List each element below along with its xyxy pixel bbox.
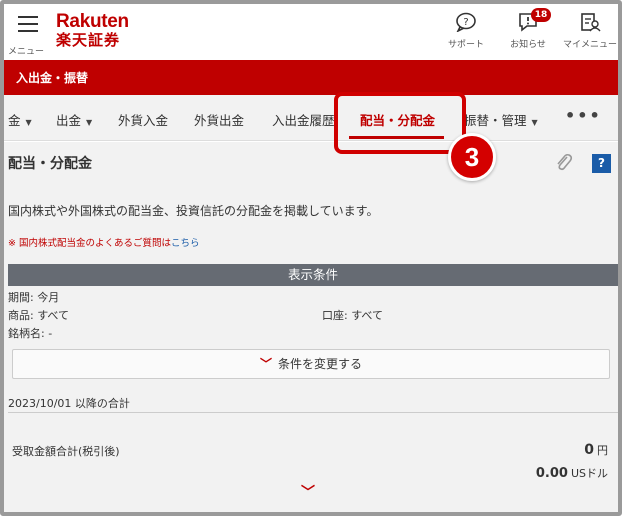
tab-label: 外貨出金: [194, 113, 245, 128]
support-button[interactable]: ? サポート: [438, 12, 494, 50]
svg-text:?: ?: [463, 17, 468, 28]
divider: [8, 412, 618, 413]
product-value: 商品: すべて: [8, 309, 69, 322]
tab-deposit[interactable]: 金 ▼: [8, 110, 32, 129]
received-jpy: 0円: [584, 442, 608, 458]
tab-history[interactable]: 入出金履歴: [272, 110, 338, 129]
notice-count-badge: 18: [531, 8, 551, 22]
received-total-label: 受取金額合計(税引後): [12, 445, 120, 458]
tab-transfer-management[interactable]: 振替・管理 ▼: [464, 110, 538, 129]
rakuten-logo[interactable]: Rakuten 楽天証券: [56, 12, 129, 49]
received-usd: 0.00 USドル: [536, 465, 608, 481]
received-jpy-value: 0: [584, 442, 594, 458]
hamburger-icon: [18, 16, 38, 32]
mymenu-label: マイメニュー: [562, 40, 617, 50]
received-usd-unit: USドル: [570, 467, 608, 480]
chevron-down-icon: ▼: [25, 118, 32, 127]
tab-fx-deposit[interactable]: 外貨入金: [118, 110, 168, 129]
notice-button[interactable]: 18 お知らせ: [500, 8, 556, 50]
help-icon[interactable]: ?: [592, 154, 611, 173]
change-conditions-button[interactable]: ﹀ 条件を変更する: [12, 349, 610, 379]
faq-note-text: ※ 国内株式配当金のよくあるご質問は: [8, 238, 171, 249]
change-conditions-label: 条件を変更する: [278, 357, 363, 371]
logo-text-ja: 楽天証券: [56, 31, 121, 49]
received-usd-value: 0.00: [535, 466, 568, 481]
section-title: 入出金・振替: [16, 71, 89, 85]
chevron-down-icon: ▼: [531, 118, 538, 127]
step-number-badge: 3: [448, 133, 496, 181]
tab-label: 出金: [56, 113, 82, 128]
total-since-label: 2023/10/01 以降の合計: [8, 397, 130, 410]
chevron-down-icon: ▼: [86, 118, 93, 127]
main-content: 配当・分配金 ? 国内株式や外国株式の配当金、投資信託の分配金を掲載しています。…: [4, 142, 618, 512]
faq-link[interactable]: こちら: [171, 238, 200, 249]
tab-label: 外貨入金: [118, 113, 169, 128]
issue-name-value: 銘柄名: -: [8, 327, 53, 340]
tab-highlight-box: [334, 92, 466, 154]
page-description: 国内株式や外国株式の配当金、投資信託の分配金を掲載しています。: [8, 204, 379, 218]
tab-bar: 金 ▼ 出金 ▼ 外貨入金 外貨出金 入出金履歴 配当・分配金 振替・管理 ▼ •••: [4, 95, 618, 141]
conditions-title: 表示条件: [287, 267, 338, 282]
tab-label: 金: [8, 113, 21, 128]
page-title: 配当・分配金: [8, 156, 92, 172]
app-header: メニュー Rakuten 楽天証券 ? サポート 18 お知らせ マイメニュー: [4, 4, 618, 60]
period-value: 期間: 今月: [8, 291, 60, 304]
chevron-down-icon: ﹀: [259, 357, 272, 371]
tab-fx-withdrawal[interactable]: 外貨出金: [194, 110, 244, 129]
conditions-header: 表示条件: [8, 264, 618, 286]
faq-note: ※ 国内株式配当金のよくあるご質問はこちら: [8, 235, 200, 249]
logo-text-en: Rakuten: [56, 11, 129, 32]
mymenu-icon: [581, 13, 601, 32]
more-icon[interactable]: •••: [565, 106, 602, 125]
tab-label: 振替・管理: [464, 113, 527, 128]
paperclip-icon[interactable]: [554, 152, 574, 178]
notice-label: お知らせ: [510, 40, 546, 50]
tab-label: 入出金履歴: [272, 113, 335, 128]
support-icon: ?: [456, 12, 476, 32]
mymenu-button[interactable]: マイメニュー: [562, 12, 618, 50]
menu-button[interactable]: メニュー: [8, 10, 48, 57]
tab-withdrawal[interactable]: 出金 ▼: [56, 110, 92, 129]
menu-label: メニュー: [8, 47, 45, 57]
section-bar: 入出金・振替: [4, 60, 618, 95]
expand-chevron-icon[interactable]: ﹀: [301, 482, 315, 502]
received-jpy-unit: 円: [597, 444, 608, 457]
account-value: 口座: すべて: [322, 309, 383, 322]
support-label: サポート: [447, 40, 484, 50]
